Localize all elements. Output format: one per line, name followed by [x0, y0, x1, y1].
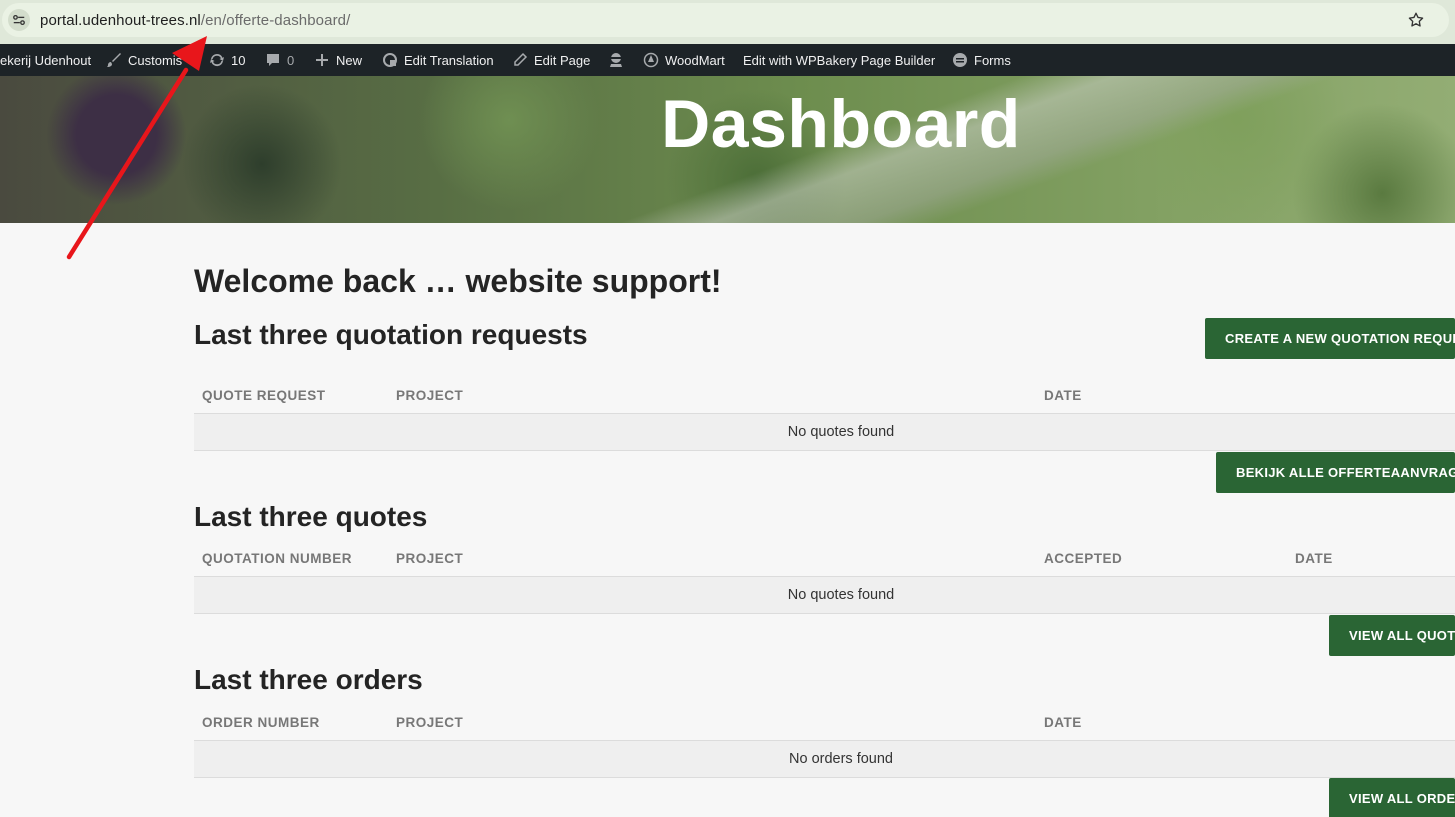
- url-text[interactable]: portal.udenhout-trees.nl/en/offerte-dash…: [40, 12, 350, 29]
- orders-table: ORDER NUMBER PROJECT DATE No orders foun…: [194, 703, 1455, 778]
- column-header-date[interactable]: DATE: [1295, 551, 1333, 566]
- empty-message: No quotes found: [787, 424, 895, 440]
- column-header-project[interactable]: PROJECT: [396, 715, 463, 730]
- page-title: Dashboard: [661, 86, 1021, 162]
- quotation-requests-title: Last three quotation requests: [194, 319, 588, 350]
- translation-icon: [383, 53, 397, 67]
- table-header: ORDER NUMBER PROJECT DATE: [194, 703, 1455, 741]
- woodmart-label: WoodMart: [665, 52, 725, 68]
- table-empty-row: No orders found: [194, 741, 1455, 778]
- column-header-project[interactable]: PROJECT: [396, 388, 463, 403]
- customize-label: Customis: [128, 52, 183, 68]
- column-header-accepted[interactable]: ACCEPTED: [1044, 551, 1122, 566]
- comment-icon: [267, 54, 279, 66]
- admin-bar-updates[interactable]: 10: [209, 44, 245, 76]
- wpbakery-label: Edit with WPBakery Page Builder: [743, 52, 936, 68]
- admin-bar-comments[interactable]: 0: [265, 44, 294, 76]
- bookmark-star-icon[interactable]: [1407, 11, 1425, 29]
- table-header: QUOTATION NUMBER PROJECT ACCEPTED DATE: [194, 539, 1455, 577]
- forms-label: Forms: [974, 52, 1011, 68]
- column-header-quotation-number[interactable]: QUOTATION NUMBER: [202, 551, 352, 566]
- updates-count: 10: [231, 52, 246, 68]
- wp-admin-bar: ekerij Udenhout Customis 10 0 New Edit T…: [0, 44, 1455, 76]
- quotation-requests-table: QUOTE REQUEST PROJECT DATE No quotes fou…: [194, 376, 1455, 451]
- table-header: QUOTE REQUEST PROJECT DATE: [194, 376, 1455, 414]
- orders-title: Last three orders: [194, 664, 423, 695]
- create-quotation-request-button[interactable]: CREATE A NEW QUOTATION REQUEST: [1205, 318, 1455, 359]
- view-all-orders-button[interactable]: VIEW ALL ORDERS: [1329, 778, 1455, 817]
- view-all-quotes-button[interactable]: VIEW ALL QUOTES: [1329, 615, 1455, 656]
- empty-message: No quotes found: [787, 587, 895, 603]
- admin-bar-avatar-menu[interactable]: [608, 44, 624, 76]
- plus-icon: [316, 54, 328, 66]
- admin-bar-edit-translation[interactable]: Edit Translation: [382, 44, 494, 76]
- column-header-date[interactable]: DATE: [1044, 715, 1082, 730]
- new-label: New: [336, 52, 363, 68]
- site-name-label: ekerij Udenhout: [0, 52, 92, 68]
- admin-bar-site-name[interactable]: ekerij Udenhout: [0, 44, 91, 76]
- empty-message: No orders found: [789, 751, 893, 767]
- comments-count: 0: [287, 52, 295, 68]
- pencil-icon: [514, 52, 528, 66]
- admin-bar-wpbakery[interactable]: Edit with WPBakery Page Builder: [743, 44, 935, 76]
- browser-toolbar: portal.udenhout-trees.nl/en/offerte-dash…: [0, 0, 1455, 44]
- ninja-icon: [610, 53, 622, 67]
- welcome-heading: Welcome back … website support!: [194, 263, 722, 299]
- column-header-date[interactable]: DATE: [1044, 388, 1082, 403]
- edit-translation-label: Edit Translation: [404, 52, 494, 68]
- hero-banner: Dashboard: [0, 76, 1455, 223]
- column-header-quote-request[interactable]: QUOTE REQUEST: [202, 388, 326, 403]
- quotes-table: QUOTATION NUMBER PROJECT ACCEPTED DATE N…: [194, 539, 1455, 614]
- site-info-icon[interactable]: [8, 9, 30, 31]
- table-empty-row: No quotes found: [194, 414, 1455, 451]
- paintbrush-icon: [107, 53, 121, 67]
- admin-bar-new[interactable]: New: [314, 44, 362, 76]
- view-all-quotation-requests-button[interactable]: BEKIJK ALLE OFFERTEAANVRAGEN: [1216, 452, 1455, 493]
- quotes-title: Last three quotes: [194, 501, 428, 532]
- column-header-project[interactable]: PROJECT: [396, 551, 463, 566]
- forms-icon: [953, 53, 967, 67]
- admin-bar-forms[interactable]: Forms: [952, 44, 1011, 76]
- url-host: portal.udenhout-trees.nl: [40, 12, 201, 29]
- updates-icon: [210, 53, 224, 67]
- woodmart-icon: [643, 52, 659, 68]
- admin-bar-woodmart[interactable]: WoodMart: [643, 44, 725, 76]
- admin-bar-edit-page[interactable]: Edit Page: [512, 44, 590, 76]
- column-header-order-number[interactable]: ORDER NUMBER: [202, 715, 320, 730]
- table-empty-row: No quotes found: [194, 577, 1455, 614]
- edit-page-label: Edit Page: [534, 52, 591, 68]
- admin-bar-customize[interactable]: Customis: [106, 44, 182, 76]
- url-path: /en/offerte-dashboard/: [200, 12, 351, 29]
- address-bar[interactable]: portal.udenhout-trees.nl/en/offerte-dash…: [2, 3, 1449, 37]
